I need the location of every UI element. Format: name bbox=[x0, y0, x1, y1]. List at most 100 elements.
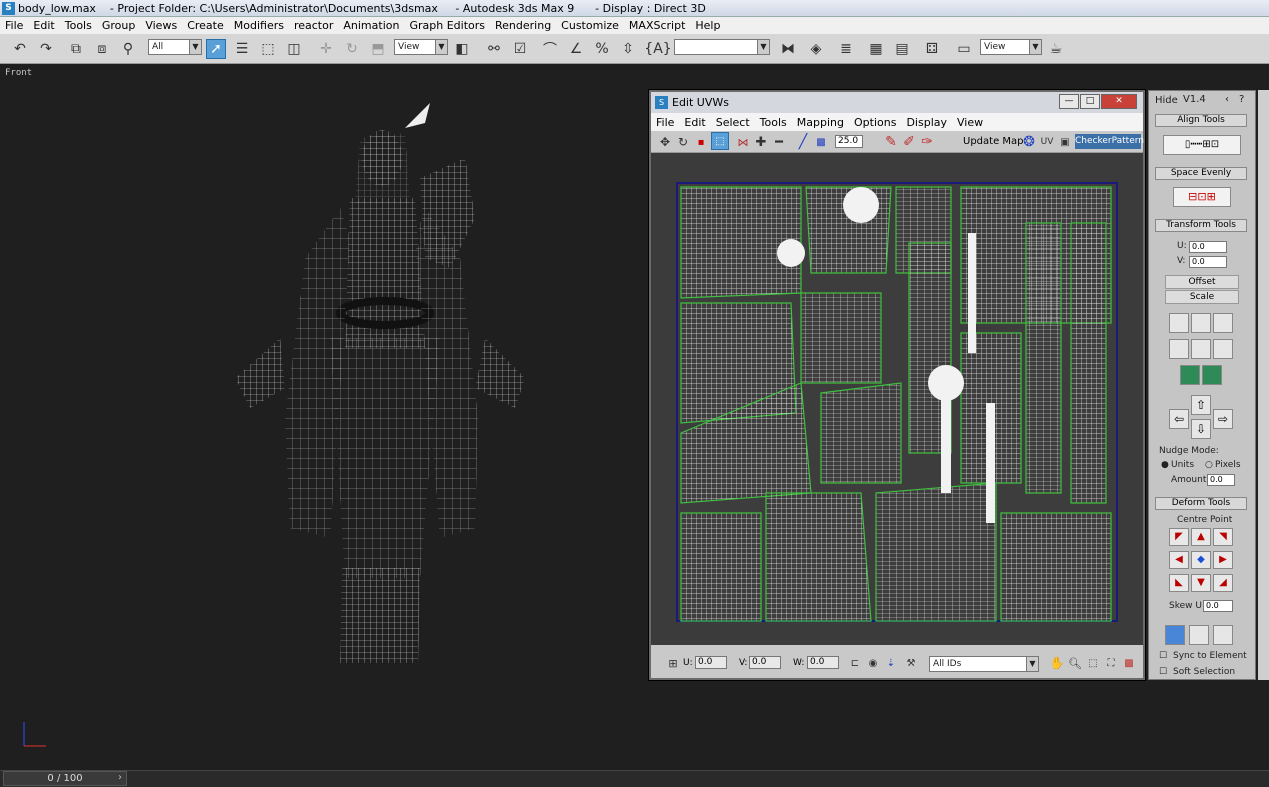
menu-customize[interactable]: Customize bbox=[556, 19, 624, 32]
flip-ccw-button[interactable] bbox=[1169, 339, 1189, 359]
uv-rotate-icon[interactable]: ↻ bbox=[673, 132, 693, 152]
window-crossing-icon[interactable]: ◫ bbox=[284, 39, 304, 59]
centre-c-button[interactable]: ◆ bbox=[1191, 551, 1211, 569]
align-buttons[interactable]: ▯┅┅⊞⊡ bbox=[1163, 135, 1241, 155]
undo-icon[interactable]: ↶ bbox=[10, 39, 30, 59]
u-input[interactable]: 0.0 bbox=[695, 656, 727, 669]
offset-button[interactable]: Offset bbox=[1165, 275, 1239, 289]
space-evenly-rollout[interactable]: Space Evenly bbox=[1155, 167, 1247, 180]
rotate-icon[interactable]: ↻ bbox=[342, 39, 362, 59]
move-icon[interactable]: ✛ bbox=[316, 39, 336, 59]
pivot-center-icon[interactable]: ◧ bbox=[452, 39, 472, 59]
uv-pattern-icon[interactable]: ▩ bbox=[811, 132, 831, 152]
centre-tl-button[interactable]: ◤ bbox=[1169, 528, 1189, 546]
angle-snap-icon[interactable]: ∠ bbox=[566, 39, 586, 59]
units-radio-icon[interactable]: ● bbox=[1161, 460, 1169, 470]
render-setup-icon[interactable]: ▭ bbox=[954, 39, 974, 59]
menu-edit[interactable]: Edit bbox=[28, 19, 59, 32]
uv-tool-icon[interactable]: ✎ bbox=[881, 132, 901, 152]
hide-icon[interactable]: ◉ bbox=[863, 653, 883, 673]
freeze-icon[interactable]: ⇣ bbox=[881, 653, 901, 673]
uv-display-icon[interactable]: ▣ bbox=[1055, 132, 1075, 152]
collapse-icon[interactable]: ‹ bbox=[1225, 94, 1229, 105]
redo-icon[interactable]: ↷ bbox=[36, 39, 56, 59]
select-object-icon[interactable]: ➚ bbox=[206, 39, 226, 59]
material-editor-icon[interactable]: ⚃ bbox=[922, 39, 942, 59]
menu-animation[interactable]: Animation bbox=[338, 19, 404, 32]
snap-toggle-icon[interactable]: ⌒ bbox=[540, 39, 560, 59]
flip-cw-button[interactable] bbox=[1213, 339, 1233, 359]
close-button[interactable]: ✕ bbox=[1101, 94, 1137, 109]
rotate-cw-button[interactable] bbox=[1213, 313, 1233, 333]
spinner-snap-icon[interactable]: ⇳ bbox=[618, 39, 638, 59]
sync-checkbox-icon[interactable]: ☐ bbox=[1159, 651, 1167, 661]
uv-freeform-icon[interactable]: ⬚ bbox=[711, 132, 729, 150]
uv-expand-icon[interactable]: ✚ bbox=[751, 132, 771, 152]
uv-scale-icon[interactable]: ▪ bbox=[691, 132, 711, 152]
percent-snap-icon[interactable]: % bbox=[592, 39, 612, 59]
align-icon[interactable]: ◈ bbox=[806, 39, 826, 59]
align-tools-rollout[interactable]: Align Tools bbox=[1155, 114, 1247, 127]
nudge-right-icon[interactable]: ⇨ bbox=[1213, 409, 1233, 429]
lock-selection-icon[interactable]: ⊞ bbox=[663, 653, 683, 673]
uvw-menu-file[interactable]: File bbox=[651, 116, 679, 129]
mirror-h-button[interactable] bbox=[1180, 365, 1200, 385]
ids-dropdown[interactable]: All IDs ▼ bbox=[929, 656, 1039, 672]
menu-reactor[interactable]: reactor bbox=[289, 19, 338, 32]
maximize-button[interactable]: □ bbox=[1080, 94, 1100, 109]
bind-space-warp-icon[interactable]: ⚲ bbox=[118, 39, 138, 59]
t-v-input[interactable]: 0.0 bbox=[1189, 256, 1227, 268]
select-link-icon[interactable]: ⧉ bbox=[66, 39, 86, 59]
hide-button[interactable]: Hide bbox=[1155, 95, 1178, 106]
minimize-button[interactable]: — bbox=[1059, 94, 1079, 109]
menu-tools[interactable]: Tools bbox=[60, 19, 97, 32]
curve-editor-icon[interactable]: ▦ bbox=[866, 39, 886, 59]
select-by-name-icon[interactable]: ☰ bbox=[232, 39, 252, 59]
uv-line-icon[interactable]: ╱ bbox=[793, 132, 813, 152]
menu-graph-editors[interactable]: Graph Editors bbox=[404, 19, 490, 32]
zoom-icon[interactable]: 🔍︎ bbox=[1065, 653, 1085, 673]
panel-scrollbar[interactable] bbox=[1258, 90, 1269, 680]
scale-icon[interactable]: ⬒ bbox=[368, 39, 388, 59]
centre-br-button[interactable]: ◢ bbox=[1213, 574, 1233, 592]
centre-t-button[interactable]: ▲ bbox=[1191, 528, 1211, 546]
time-slider[interactable]: 0 / 100 bbox=[3, 771, 127, 786]
amount-input[interactable]: 0.0 bbox=[1207, 474, 1235, 486]
deform-tools-rollout[interactable]: Deform Tools bbox=[1155, 497, 1247, 510]
uvw-menu-select[interactable]: Select bbox=[711, 116, 755, 129]
zoom-region-icon[interactable]: ⬚ bbox=[1083, 653, 1103, 673]
uvw-menu-display[interactable]: Display bbox=[901, 116, 952, 129]
uv-paint-icon[interactable]: ✐ bbox=[899, 132, 919, 152]
select-edge-button[interactable] bbox=[1189, 625, 1209, 645]
select-vertex-button[interactable] bbox=[1165, 625, 1185, 645]
mirror-v-button[interactable] bbox=[1202, 365, 1222, 385]
w-input[interactable]: 0.0 bbox=[807, 656, 839, 669]
space-evenly-buttons[interactable]: ⊟⊡⊞ bbox=[1173, 187, 1231, 207]
select-face-button[interactable] bbox=[1213, 625, 1233, 645]
uvw-menu-mapping[interactable]: Mapping bbox=[792, 116, 849, 129]
uv-move-icon[interactable]: ✥ bbox=[655, 132, 675, 152]
named-selection-icon[interactable]: {A} bbox=[644, 39, 671, 59]
uvw-title-bar[interactable]: S Edit UVWs — □ ✕ bbox=[651, 92, 1143, 113]
render-view-dropdown[interactable]: View ▼ bbox=[980, 39, 1042, 55]
help-icon[interactable]: ? bbox=[1239, 94, 1244, 105]
viewport-label[interactable]: Front bbox=[5, 68, 32, 78]
paint-select-icon[interactable]: ⚒ bbox=[901, 653, 921, 673]
centre-r-button[interactable]: ▶ bbox=[1213, 551, 1233, 569]
mirror-icon[interactable]: ⧓ bbox=[778, 39, 798, 59]
centre-b-button[interactable]: ▼ bbox=[1191, 574, 1211, 592]
checker-pattern-dropdown[interactable]: CheckerPattern bbox=[1075, 134, 1144, 149]
zoom-extents-icon[interactable]: ⛶ bbox=[1101, 653, 1121, 673]
quick-render-icon[interactable]: ☕ bbox=[1046, 39, 1066, 59]
selection-filter-dropdown[interactable]: All ▼ bbox=[148, 39, 202, 55]
time-next-icon[interactable]: › bbox=[118, 772, 122, 783]
menu-file[interactable]: File bbox=[0, 19, 28, 32]
uvw-menu-view[interactable]: View bbox=[952, 116, 988, 129]
centre-l-button[interactable]: ◀ bbox=[1169, 551, 1189, 569]
nudge-up-icon[interactable]: ⇧ bbox=[1191, 395, 1211, 415]
uv-editor-canvas[interactable] bbox=[651, 153, 1143, 645]
nudge-down-icon[interactable]: ⇩ bbox=[1191, 419, 1211, 439]
rotate-ccw-button[interactable] bbox=[1169, 313, 1189, 333]
uv-brush-icon[interactable]: ✑ bbox=[917, 132, 937, 152]
zoom-input[interactable]: 25.0 bbox=[835, 135, 863, 148]
